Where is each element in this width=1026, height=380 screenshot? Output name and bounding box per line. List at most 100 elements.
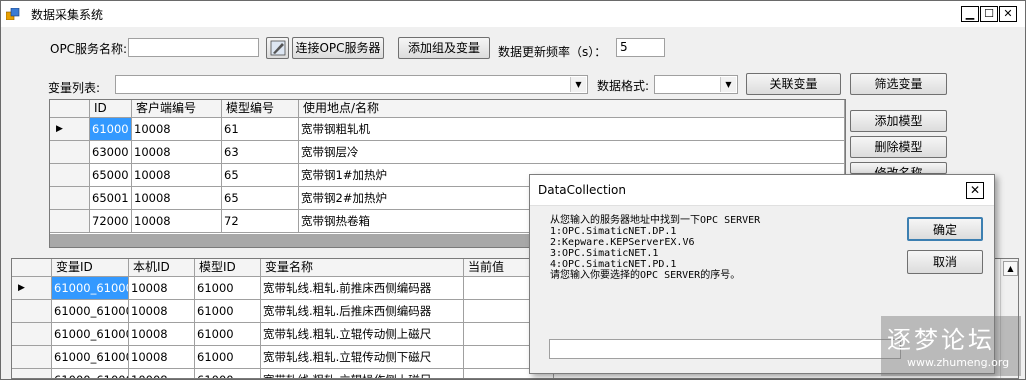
add-model-button[interactable]: 添加模型 bbox=[850, 110, 947, 132]
scroll-up-icon[interactable]: ▲ bbox=[1003, 261, 1018, 276]
row-pointer-icon: ▶ bbox=[18, 283, 25, 293]
table-cell[interactable]: 65 bbox=[222, 164, 299, 187]
server-name-input[interactable] bbox=[128, 38, 259, 57]
server-name-label: OPC服务名称: bbox=[50, 42, 128, 56]
row-header[interactable] bbox=[12, 369, 52, 378]
table-cell[interactable]: 63 bbox=[222, 141, 299, 164]
table-cell[interactable]: 65001 bbox=[90, 187, 132, 210]
maximize-button[interactable]: ☐ bbox=[980, 6, 998, 22]
table-cell[interactable]: 61000 bbox=[195, 346, 261, 369]
row-pointer-icon: ▶ bbox=[56, 124, 63, 134]
variable-list-select[interactable]: ▼ bbox=[115, 75, 588, 94]
table-cell[interactable]: 61000 bbox=[195, 300, 261, 323]
minimize-icon: ▁ bbox=[965, 7, 975, 20]
close-icon: ✕ bbox=[969, 183, 981, 197]
table-cell[interactable]: 61000 bbox=[195, 369, 261, 378]
table-cell[interactable]: 宽带钢层冷 bbox=[299, 141, 845, 164]
row-header-corner bbox=[50, 100, 90, 118]
table-cell[interactable]: 宽带轧线.粗轧.后推床西侧编码器 bbox=[261, 300, 464, 323]
row-header[interactable] bbox=[50, 187, 90, 210]
close-button[interactable]: ✕ bbox=[999, 6, 1017, 22]
table-cell[interactable]: 65000 bbox=[90, 164, 132, 187]
title-bar: 数据采集系统 ▁ ☐ ✕ bbox=[1, 1, 1025, 27]
row-header[interactable]: ▶ bbox=[50, 118, 90, 141]
rename-button[interactable]: 修改名称 bbox=[850, 162, 947, 174]
table-cell[interactable]: 10008 bbox=[132, 187, 222, 210]
delete-model-button[interactable]: 删除模型 bbox=[850, 136, 947, 158]
message-line: 2:Kepware.KEPServerEX.V6 bbox=[550, 237, 695, 248]
table-cell[interactable]: 宽带钢粗轧机 bbox=[299, 118, 845, 141]
dialog-close-button[interactable]: ✕ bbox=[966, 182, 984, 199]
table-cell[interactable]: 10008 bbox=[132, 118, 222, 141]
ok-button[interactable]: 确定 bbox=[907, 217, 983, 241]
table-cell[interactable]: 61000_610002 bbox=[52, 323, 129, 346]
watermark: 逐梦论坛 www.zhumeng.org bbox=[881, 316, 1021, 376]
row-header[interactable] bbox=[50, 164, 90, 187]
minimize-button[interactable]: ▁ bbox=[961, 6, 979, 22]
app-icon bbox=[6, 8, 20, 20]
add-group-button[interactable]: 添加组及变量 bbox=[398, 37, 490, 59]
table-cell[interactable]: 10008 bbox=[132, 164, 222, 187]
message-line: 3:OPC.SimaticNET.1 bbox=[550, 248, 659, 259]
dropdown-arrow-icon: ▼ bbox=[570, 77, 586, 92]
column-header[interactable]: 客户端编号 bbox=[132, 100, 222, 118]
table-cell[interactable]: 61000_610000 bbox=[52, 277, 129, 300]
table-cell[interactable]: 宽带轧线.粗轧.立辊传动侧下磁尺 bbox=[261, 346, 464, 369]
dialog-title-bar: DataCollection ✕ bbox=[530, 175, 994, 206]
table-cell[interactable]: 72000 bbox=[90, 210, 132, 233]
table-cell[interactable]: 61000 bbox=[90, 118, 132, 141]
table-cell[interactable]: 61000 bbox=[195, 323, 261, 346]
column-header[interactable]: 变量ID bbox=[52, 259, 129, 277]
table-cell[interactable]: 宽带轧线.粗轧.立辊传动侧上磁尺 bbox=[261, 323, 464, 346]
message-line: 4:OPC.SimaticNET.PD.1 bbox=[550, 259, 677, 270]
variable-list-label: 变量列表: bbox=[48, 81, 101, 95]
edit-server-button[interactable] bbox=[266, 37, 289, 59]
table-cell[interactable]: 10008 bbox=[129, 277, 195, 300]
column-header[interactable]: 变量名称 bbox=[261, 259, 464, 277]
table-cell[interactable]: 宽带轧线.粗轧.立辊操作侧上磁尺 bbox=[261, 369, 464, 378]
column-header[interactable]: ID bbox=[90, 100, 132, 118]
column-header[interactable]: 模型编号 bbox=[222, 100, 299, 118]
column-header[interactable]: 本机ID bbox=[129, 259, 195, 277]
row-header[interactable] bbox=[50, 141, 90, 164]
filter-variable-button[interactable]: 筛选变量 bbox=[850, 73, 947, 95]
data-format-select[interactable]: ▼ bbox=[654, 75, 738, 94]
server-index-input[interactable] bbox=[549, 339, 901, 359]
table-cell[interactable]: 10008 bbox=[129, 369, 195, 378]
dialog-title: DataCollection bbox=[538, 183, 627, 197]
connect-opc-button[interactable]: 连接OPC服务器 bbox=[292, 37, 384, 59]
dropdown-arrow-icon: ▼ bbox=[720, 77, 736, 92]
message-line: 从您输入的服务器地址中找到一下OPC SERVER bbox=[550, 215, 761, 226]
table-cell[interactable]: 63000 bbox=[90, 141, 132, 164]
table-cell[interactable]: 10008 bbox=[129, 323, 195, 346]
row-header[interactable] bbox=[12, 300, 52, 323]
row-header[interactable] bbox=[12, 323, 52, 346]
table-cell[interactable]: 10008 bbox=[129, 300, 195, 323]
row-header[interactable] bbox=[12, 346, 52, 369]
update-rate-input[interactable]: 5 bbox=[616, 38, 665, 57]
table-cell[interactable]: 65 bbox=[222, 187, 299, 210]
table-cell[interactable]: 61000_610001 bbox=[52, 300, 129, 323]
table-cell[interactable]: 宽带轧线.粗轧.前推床西侧编码器 bbox=[261, 277, 464, 300]
column-header[interactable]: 使用地点/名称 bbox=[299, 100, 845, 118]
window-title: 数据采集系统 bbox=[31, 8, 104, 22]
message-line: 请您输入你要选择的OPC SERVER的序号。 bbox=[550, 270, 741, 281]
table-cell[interactable]: 61000 bbox=[195, 277, 261, 300]
message-line: 1:OPC.SimaticNET.DP.1 bbox=[550, 226, 677, 237]
cancel-button[interactable]: 取消 bbox=[907, 250, 983, 274]
table-cell[interactable]: 61000_610004 bbox=[52, 369, 129, 378]
watermark-text: 逐梦论坛 bbox=[887, 326, 995, 354]
associate-variable-button[interactable]: 关联变量 bbox=[746, 73, 841, 95]
edit-icon bbox=[270, 40, 285, 56]
row-header[interactable]: ▶ bbox=[12, 277, 52, 300]
row-header[interactable] bbox=[50, 210, 90, 233]
dialog-message: 从您输入的服务器地址中找到一下OPC SERVER 1:OPC.SimaticN… bbox=[550, 215, 760, 281]
table-cell[interactable]: 61000_610003 bbox=[52, 346, 129, 369]
maximize-icon: ☐ bbox=[984, 7, 994, 20]
column-header[interactable]: 模型ID bbox=[195, 259, 261, 277]
table-cell[interactable]: 10008 bbox=[132, 210, 222, 233]
table-cell[interactable]: 61 bbox=[222, 118, 299, 141]
table-cell[interactable]: 10008 bbox=[132, 141, 222, 164]
table-cell[interactable]: 10008 bbox=[129, 346, 195, 369]
table-cell[interactable]: 72 bbox=[222, 210, 299, 233]
